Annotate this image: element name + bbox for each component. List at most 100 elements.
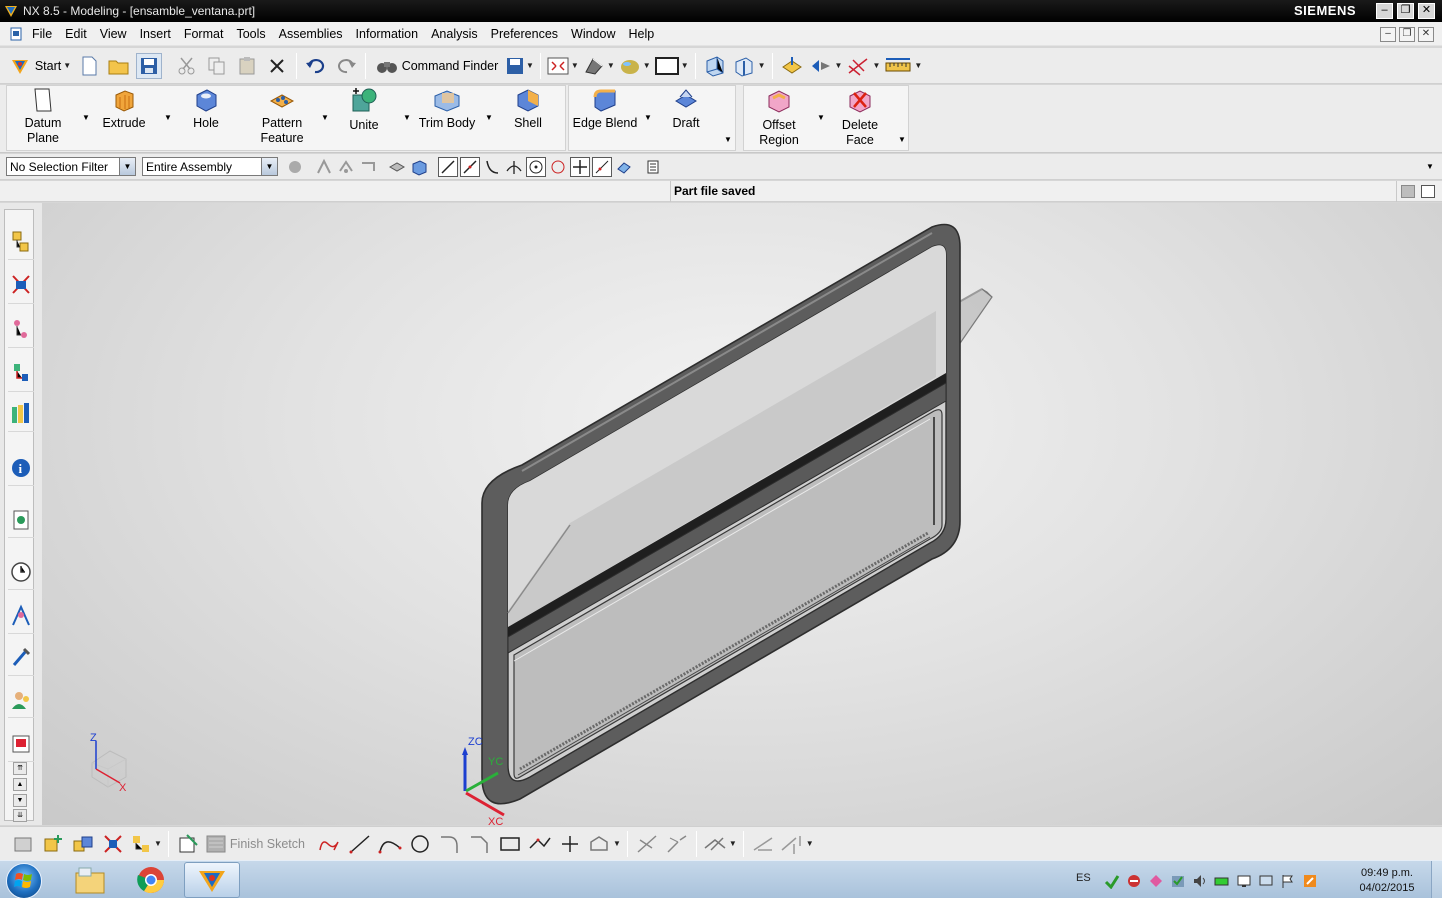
snap-control-point-button[interactable] <box>482 157 502 177</box>
finish-sketch-button[interactable]: Finish Sketch <box>205 831 313 857</box>
sketch-button[interactable] <box>10 831 36 857</box>
show-desktop-button[interactable] <box>1431 861 1442 898</box>
network-icon[interactable] <box>1236 873 1252 889</box>
scroll-up-icon[interactable]: ▲ <box>13 778 27 791</box>
selection-list-button[interactable] <box>643 157 663 177</box>
tab-process-studio[interactable] <box>8 598 34 634</box>
doc-close-button[interactable]: ✕ <box>1418 27 1434 42</box>
group-overflow-icon-2[interactable]: ▼ <box>898 135 906 144</box>
render-style-button[interactable]: ▼ <box>583 53 615 79</box>
tab-assembly-navigator[interactable] <box>8 224 34 260</box>
offset-region-button[interactable]: Offset Region <box>744 87 814 148</box>
full-screen-icon[interactable] <box>1421 185 1435 198</box>
input-language[interactable]: ES <box>1076 872 1091 884</box>
security-tray-icon[interactable] <box>1170 873 1186 889</box>
shell-button[interactable]: Shell <box>493 87 563 131</box>
snap-quadrant-button[interactable] <box>548 157 568 177</box>
antivirus-tray-icon[interactable] <box>1126 873 1142 889</box>
paste-button[interactable] <box>234 53 260 79</box>
hole-button[interactable]: Hole <box>171 87 241 131</box>
pattern-feature-button[interactable]: Pattern Feature <box>247 87 317 146</box>
snap-arc-center-button[interactable] <box>526 156 546 177</box>
menu-view[interactable]: View <box>94 27 134 41</box>
line-button[interactable] <box>347 831 373 857</box>
select-solid-button[interactable] <box>387 157 407 177</box>
tab-history[interactable] <box>8 502 34 538</box>
new-component-button[interactable] <box>40 831 66 857</box>
window-frame-model[interactable]: Z X ZC YC XC <box>42 203 1442 825</box>
arc-button[interactable] <box>377 831 403 857</box>
menu-file[interactable]: File <box>26 27 59 41</box>
battery-icon[interactable] <box>1214 873 1230 889</box>
fit-view-button[interactable]: ▼ <box>547 53 579 79</box>
snap-intersection-button[interactable] <box>504 157 524 177</box>
draft-button[interactable]: Draft <box>651 87 721 131</box>
taskbar-clock[interactable]: 09:49 p.m. 04/02/2015 <box>1352 866 1422 896</box>
snap-existing-point-button[interactable] <box>570 156 590 177</box>
layer-settings-button[interactable] <box>779 53 805 79</box>
extrude-button[interactable]: Extrude <box>89 87 159 131</box>
menu-tools[interactable]: Tools <box>230 27 272 41</box>
status-toggle-icon[interactable] <box>1401 185 1415 198</box>
profile-button[interactable] <box>317 831 343 857</box>
scroll-top-icon[interactable]: ⇈ <box>13 762 27 775</box>
copy-button[interactable] <box>204 53 230 79</box>
assembly-component-button[interactable] <box>70 831 96 857</box>
close-button[interactable]: ✕ <box>1418 3 1435 19</box>
geometric-constraints-button[interactable] <box>750 831 776 857</box>
doc-restore-button[interactable]: ❐ <box>1399 27 1415 42</box>
chamfer-button[interactable] <box>467 831 493 857</box>
menu-analysis[interactable]: Analysis <box>425 27 485 41</box>
datum-plane-button[interactable]: Datum Plane <box>8 87 78 146</box>
tab-part-navigator[interactable] <box>8 312 34 348</box>
open-button[interactable] <box>106 53 132 79</box>
snap-view-button[interactable]: ▼ <box>809 53 842 79</box>
tab-web-browser[interactable]: i <box>8 450 34 486</box>
offset-curve-button[interactable]: ▼ <box>587 831 621 857</box>
select-bodies-button[interactable] <box>336 157 356 177</box>
delete-face-button[interactable]: Delete Face <box>825 87 895 148</box>
unite-dropdown-icon[interactable]: ▼ <box>403 113 411 122</box>
selection-scope-select[interactable]: Entire Assembly ▼ <box>142 157 278 176</box>
new-button[interactable] <box>76 53 102 79</box>
scroll-down-icon[interactable]: ▼ <box>13 794 27 807</box>
select-sheet-button[interactable] <box>409 157 429 177</box>
point-button[interactable] <box>557 831 583 857</box>
quick-extend-button[interactable] <box>664 831 690 857</box>
command-finder-button[interactable]: Command Finder <box>372 53 502 79</box>
cut-button[interactable] <box>174 53 200 79</box>
save-options-button[interactable]: ▼ <box>506 53 534 79</box>
windows-start-button[interactable] <box>6 863 42 898</box>
scroll-bottom-icon[interactable]: ⇊ <box>13 809 27 822</box>
tab-manufacturing-wizards[interactable] <box>8 640 34 676</box>
tab-constraint-navigator[interactable] <box>8 268 34 304</box>
sync-tray-icon[interactable] <box>1104 873 1120 889</box>
edge-blend-button[interactable]: Edge Blend <box>570 87 640 131</box>
general-selection-intent-button[interactable] <box>285 157 305 177</box>
make-corner-button[interactable]: ▼ <box>703 831 737 857</box>
menu-preferences[interactable]: Preferences <box>485 27 565 41</box>
power-tray-icon[interactable] <box>1302 873 1318 889</box>
menu-information[interactable]: Information <box>350 27 426 41</box>
quick-trim-button[interactable] <box>634 831 660 857</box>
menu-assemblies[interactable]: Assemblies <box>273 27 350 41</box>
select-features-button[interactable] <box>314 157 334 177</box>
taskbar-nx[interactable] <box>184 862 240 898</box>
view-section-button[interactable]: ▼ <box>732 53 766 79</box>
start-button[interactable]: Start ▼ <box>8 53 72 79</box>
trim-body-button[interactable]: Trim Body <box>412 87 482 131</box>
tab-roles[interactable] <box>8 682 34 718</box>
pattern-dropdown-icon[interactable]: ▼ <box>321 113 329 122</box>
document-menu-icon[interactable] <box>8 26 24 42</box>
assembly-tree-button[interactable]: ▼ <box>130 831 162 857</box>
unite-button[interactable]: Unite <box>329 87 399 133</box>
volume-icon[interactable] <box>1192 873 1208 889</box>
menu-help[interactable]: Help <box>623 27 662 41</box>
circle-button[interactable] <box>407 831 433 857</box>
taskbar-explorer[interactable] <box>62 862 118 898</box>
menu-edit[interactable]: Edit <box>59 27 94 41</box>
measure-button[interactable]: ▼ <box>884 53 922 79</box>
tab-reuse-library[interactable] <box>8 356 34 392</box>
menu-insert[interactable]: Insert <box>134 27 178 41</box>
menu-format[interactable]: Format <box>178 27 231 41</box>
